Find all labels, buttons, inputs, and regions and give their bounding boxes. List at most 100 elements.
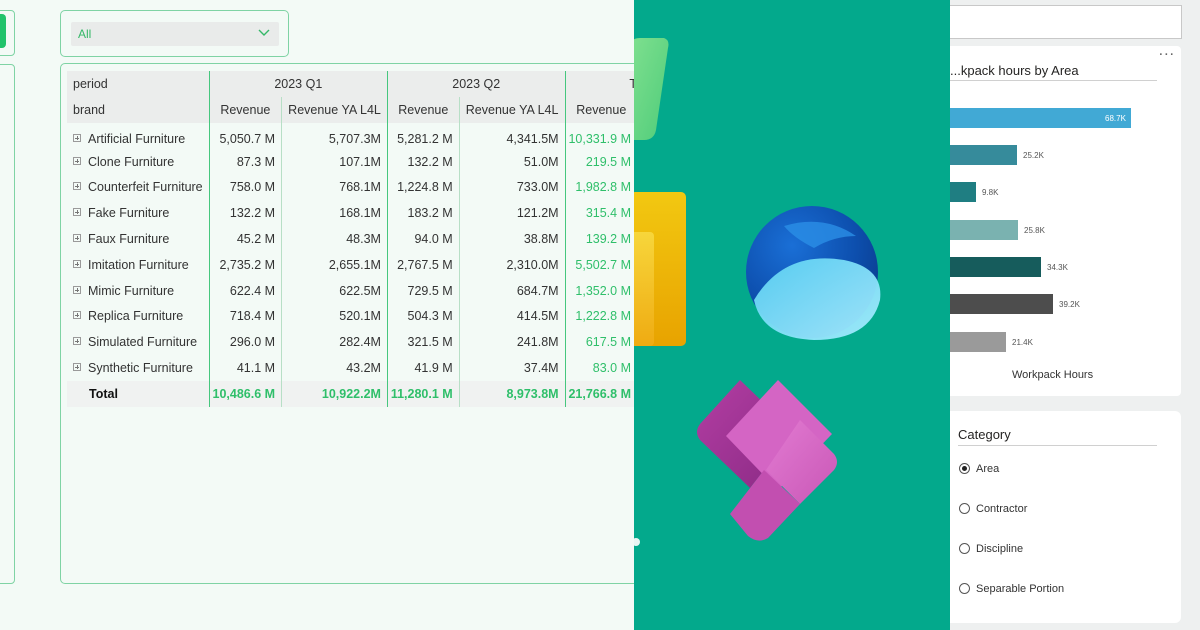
value-cell: 38.8M <box>458 226 566 252</box>
column-group-header[interactable]: T <box>564 71 634 97</box>
column-header[interactable]: Revenue <box>564 97 634 123</box>
expand-icon[interactable] <box>73 259 81 268</box>
radio-button-icon[interactable] <box>959 503 970 514</box>
column-group-header[interactable]: 2023 Q1 <box>208 71 388 97</box>
column-header[interactable]: Revenue <box>386 97 460 123</box>
brand-label: Faux Furniture <box>88 232 170 247</box>
value-cell: 2,735.2 M <box>208 251 282 278</box>
expand-icon[interactable] <box>73 133 81 142</box>
chart-bar[interactable] <box>950 182 976 202</box>
chart-bar[interactable] <box>950 108 1131 128</box>
report-canvas-right: ... ...kpack hours by Area 68.7K 25.2K 9.8… <box>950 0 1200 630</box>
table-row[interactable]: Artificial Furniture 5,050.7 M 5,707.3M 5,2… <box>67 123 634 149</box>
radio-button-icon[interactable] <box>959 543 970 554</box>
value-cell: 183.2 M <box>386 200 460 227</box>
value-cell: 718.4 M <box>208 303 282 330</box>
bar-data-label: 34.3K <box>1047 263 1068 272</box>
value-cell: 41.1 M <box>208 355 282 381</box>
value-cell: 1,222.8 M <box>564 303 634 330</box>
green-app-logo-shape <box>634 38 669 140</box>
report-canvas-left: All period 2023 Q1 2023 Q2 T brand Reven… <box>0 0 634 630</box>
chart-bar[interactable] <box>950 294 1053 314</box>
expand-icon[interactable] <box>73 337 81 346</box>
value-cell: 94.0 M <box>386 226 460 252</box>
value-cell: 622.4 M <box>208 277 282 304</box>
expand-icon[interactable] <box>73 363 81 372</box>
expand-icon[interactable] <box>73 182 81 191</box>
radio-button-icon[interactable] <box>959 463 970 474</box>
brand-cell: Simulated Furniture <box>67 329 210 356</box>
total-row: Total 10,486.6 M 10,922.2M 11,280.1 M 8,973.… <box>67 380 634 407</box>
value-cell: 87.3 M <box>208 148 282 175</box>
chart-bar[interactable] <box>950 145 1017 165</box>
chart-bar[interactable] <box>950 257 1041 277</box>
expand-icon[interactable] <box>73 208 81 217</box>
table-row[interactable]: Faux Furniture 45.2 M 48.3M 94.0 M 38.8M 139.… <box>67 226 634 252</box>
category-option-label: Separable Portion <box>976 583 1065 595</box>
table-row[interactable]: Mimic Furniture 622.4 M 622.5M 729.5 M 684.7… <box>67 277 634 304</box>
brand-cell: Faux Furniture <box>67 226 210 252</box>
title-divider <box>958 445 1157 446</box>
bar-data-label: 68.7K <box>1105 114 1126 123</box>
expand-icon[interactable] <box>73 156 81 165</box>
table-row[interactable]: Fake Furniture 132.2 M 168.1M 183.2 M 121.2M… <box>67 200 634 227</box>
value-cell: 5,281.2 M <box>386 123 460 149</box>
table-row[interactable]: Simulated Furniture 296.0 M 282.4M 321.5 M2… <box>67 329 634 356</box>
category-slicer-card: Category Area Contractor Discipline Separab… <box>950 411 1181 623</box>
value-cell: 139.2 M <box>564 226 634 252</box>
value-cell: 758.0 M <box>208 174 282 201</box>
left-edge-panel <box>0 64 15 584</box>
column-header[interactable]: Revenue <box>208 97 282 123</box>
value-cell: 684.7M <box>458 277 566 304</box>
value-cell: 296.0 M <box>208 329 282 356</box>
chart-bar[interactable] <box>950 220 1018 240</box>
left-edge-accent <box>0 14 6 48</box>
value-cell: 1,352.0 M <box>564 277 634 304</box>
value-cell: 51.0M <box>458 148 566 175</box>
value-cell: 5,050.7 M <box>208 123 282 149</box>
value-cell: 2,655.1M <box>281 251 388 278</box>
table-row[interactable]: Synthetic Furniture 41.1 M 43.2M 41.9 M 37.4… <box>67 355 634 381</box>
category-option[interactable]: Area <box>959 463 999 475</box>
more-options-button[interactable]: ... <box>1159 42 1175 60</box>
value-cell: 10,331.9 M <box>564 123 634 149</box>
table-row[interactable]: Clone Furniture 87.3 M 107.1M 132.2 M 51.0M 2… <box>67 148 634 175</box>
category-option[interactable]: Discipline <box>959 543 1023 555</box>
bar-data-label: 9.8K <box>982 188 999 197</box>
chart-bar[interactable] <box>950 332 1006 352</box>
table-row[interactable]: Counterfeit Furniture 758.0 M 768.1M 1,224.… <box>67 174 634 201</box>
brand-label: Imitation Furniture <box>88 257 189 272</box>
column-header[interactable]: Revenue YA L4L <box>458 97 566 123</box>
value-cell: 2,310.0M <box>458 251 566 278</box>
brand-label: Replica Furniture <box>88 309 184 324</box>
value-cell: 168.1M <box>281 200 388 227</box>
table-row[interactable]: Imitation Furniture 2,735.2 M 2,655.1M 2,76… <box>67 251 634 278</box>
row-header-period: period <box>67 71 210 97</box>
value-cell: 321.5 M <box>386 329 460 356</box>
brand-cell: Fake Furniture <box>67 200 210 227</box>
bar-data-label: 21.4K <box>1012 338 1033 347</box>
table-row[interactable]: Replica Furniture 718.4 M 520.1M 504.3 M 414… <box>67 303 634 330</box>
value-cell: 1,224.8 M <box>386 174 460 201</box>
column-group-header[interactable]: 2023 Q2 <box>386 71 566 97</box>
brand-cell: Clone Furniture <box>67 148 210 175</box>
value-cell: 622.5M <box>281 277 388 304</box>
value-cell: 282.4M <box>281 329 388 356</box>
brand-cell: Counterfeit Furniture <box>67 174 210 201</box>
value-cell: 729.5 M <box>386 277 460 304</box>
column-header[interactable]: Revenue YA L4L <box>281 97 388 123</box>
period-slicer-dropdown[interactable]: All <box>71 22 279 46</box>
brand-label: Artificial Furniture <box>88 131 186 146</box>
expand-icon[interactable] <box>73 234 81 243</box>
value-cell: 2,767.5 M <box>386 251 460 278</box>
brand-cell: Mimic Furniture <box>67 277 210 304</box>
category-option[interactable]: Contractor <box>959 503 1027 515</box>
radio-button-icon[interactable] <box>959 583 970 594</box>
bar-chart-card: ... ...kpack hours by Area 68.7K 25.2K 9.8… <box>950 42 1181 396</box>
filter-pane-bar[interactable] <box>950 5 1182 39</box>
expand-icon[interactable] <box>73 311 81 320</box>
brand-cell: Artificial Furniture <box>67 123 210 149</box>
value-cell: 520.1M <box>281 303 388 330</box>
expand-icon[interactable] <box>73 285 81 294</box>
category-option[interactable]: Separable Portion <box>959 583 1064 595</box>
